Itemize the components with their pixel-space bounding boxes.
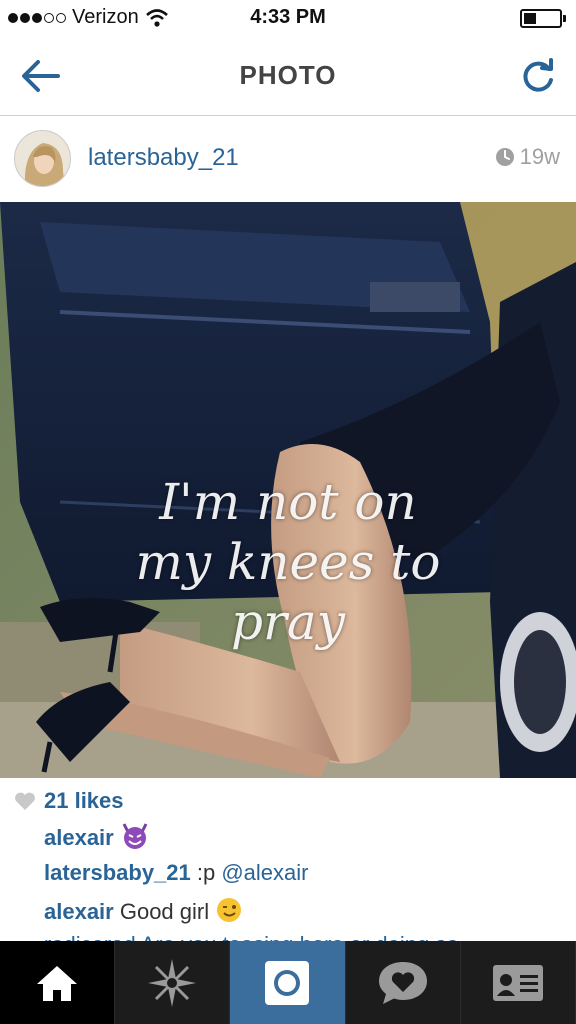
photo-caption: I'm not on my knees to pray — [0, 472, 576, 652]
battery-fill — [524, 13, 536, 24]
tab-home[interactable] — [0, 941, 116, 1024]
status-bar: Verizon 4:33 PM — [0, 0, 576, 38]
comment: alexair — [44, 822, 150, 851]
tab-activity[interactable] — [346, 941, 461, 1024]
home-icon — [37, 965, 78, 1001]
heart-icon — [15, 792, 35, 810]
photo-caption-line-1: I'm not on — [159, 473, 417, 531]
photo-caption-line-2: my knees to — [135, 533, 441, 591]
profile-card-icon — [492, 964, 543, 1001]
comment-text: Good girl — [113, 899, 216, 924]
heart-bubble-icon — [378, 961, 427, 1004]
camera-icon — [265, 960, 310, 1005]
status-time: 4:33 PM — [250, 6, 326, 28]
comment: alexair Good girl — [44, 896, 243, 925]
refresh-icon[interactable] — [518, 56, 558, 96]
star-compass-icon — [148, 958, 197, 1007]
tab-bar — [0, 941, 576, 1024]
comment-username[interactable]: alexair — [44, 825, 114, 850]
comment: latersbaby_21 :p @alexair — [44, 860, 308, 886]
page-title: PHOTO — [239, 60, 337, 90]
wink-emoji-icon — [217, 898, 242, 922]
avatar[interactable] — [14, 130, 71, 187]
tab-explore[interactable] — [115, 941, 231, 1024]
post-header: latersbaby_21 19w — [0, 116, 576, 202]
post-photo[interactable]: I'm not on my knees to pray — [0, 202, 576, 778]
tab-profile[interactable] — [461, 941, 576, 1024]
battery-icon — [520, 9, 566, 28]
likes-count: 21 likes — [44, 788, 124, 813]
clock-icon — [495, 148, 514, 166]
comment-mention[interactable]: @alexair — [221, 860, 308, 885]
nav-bar: PHOTO — [0, 38, 576, 116]
comment-username[interactable]: alexair — [44, 899, 114, 924]
post-username[interactable]: latersbaby_21 — [88, 144, 239, 172]
likes-row[interactable]: 21 likes — [14, 788, 124, 814]
photo-caption-line-3: pray — [231, 593, 345, 651]
devil-emoji-icon — [122, 823, 148, 849]
comment-username[interactable]: latersbaby_21 — [44, 860, 191, 885]
post-age: 19w — [519, 144, 560, 169]
comment-text: :p — [190, 860, 222, 885]
tab-camera[interactable] — [230, 941, 346, 1024]
post-timestamp: 19w — [495, 144, 560, 170]
